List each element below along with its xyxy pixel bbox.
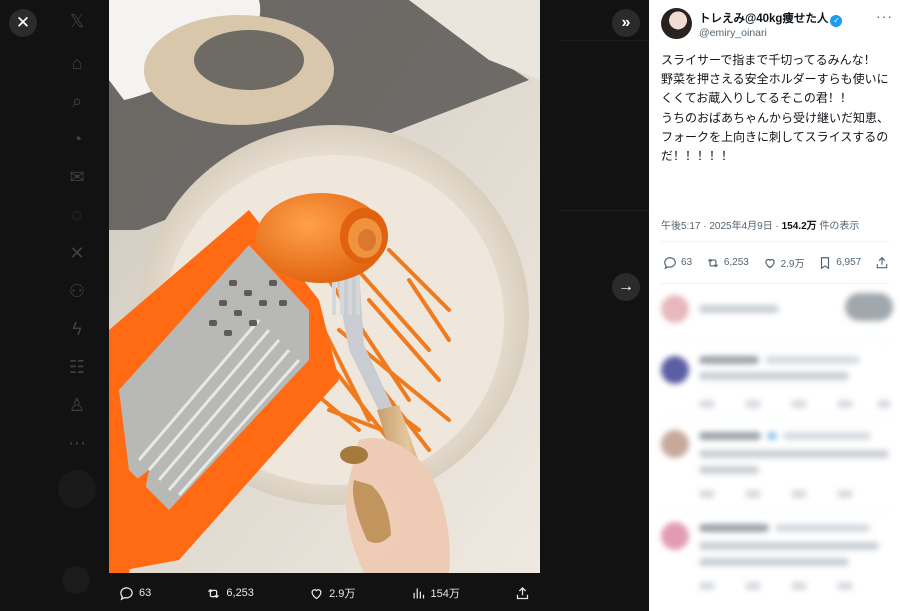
bookmark-icon xyxy=(821,256,830,269)
overlay-share-button[interactable] xyxy=(515,586,530,601)
divider xyxy=(661,241,889,242)
author-handle[interactable]: @emiry_oinari xyxy=(699,27,767,39)
home-icon: ⌂ xyxy=(71,53,83,73)
share-icon xyxy=(516,586,529,599)
people-icon: ☷ xyxy=(68,357,86,377)
tweet-detail-pane: トレえみ@40kg痩せた人 ✓ @emiry_oinari ··· スライサーで指… xyxy=(649,0,900,611)
search-icon: ⌕ xyxy=(71,91,83,111)
author-avatar[interactable] xyxy=(661,8,692,39)
mail-icon: ✉ xyxy=(69,167,85,187)
share-icon xyxy=(876,256,888,268)
retweet-icon xyxy=(707,258,718,267)
reply-item[interactable] xyxy=(661,520,893,600)
views-icon xyxy=(413,588,424,598)
retweet-icon xyxy=(208,588,220,598)
media-viewer-overlay: 𝕏 ⌂ ⌕ ◔ ✉ ◌ ✕ ⚇ ϟ ☷ ♙ ⋯ ✕ » → 63 6,253 2… xyxy=(0,0,649,611)
heart-icon xyxy=(764,258,775,268)
overlay-retweet-count: 6,253 xyxy=(226,587,254,599)
background-avatar xyxy=(62,566,90,594)
divider xyxy=(661,283,889,284)
bookmark-button[interactable]: 6,957 xyxy=(818,256,861,270)
overlay-reply-count: 63 xyxy=(139,587,152,599)
carrot-slicer-photo xyxy=(109,0,540,573)
reply-composer[interactable] xyxy=(661,293,893,327)
reply-icon xyxy=(120,586,133,600)
bookmark-count: 6,957 xyxy=(836,257,862,268)
tweet-meta: 午後5:17 · 2025年4月9日 · 154.2万 件の表示 xyxy=(661,221,860,232)
overlay-like-count: 2.9万 xyxy=(329,588,356,600)
verified-badge-icon: ✓ xyxy=(830,15,843,27)
tweet-text: スライサーで指まで千切ってるみんな！ 野菜を押さえる安全ホルダーすらも使いにくく… xyxy=(661,53,890,164)
tweet-views-label: 件の表示 xyxy=(819,221,860,232)
tweet-views-count: 154.2万 xyxy=(781,221,817,232)
retweet-count: 6,253 xyxy=(723,257,749,268)
x-icon: ✕ xyxy=(69,243,85,263)
reply-count: 63 xyxy=(681,257,693,268)
background-post-button xyxy=(58,470,96,508)
background-timeline xyxy=(560,0,649,611)
close-button[interactable]: ✕ xyxy=(9,9,37,37)
bolt-icon: ϟ xyxy=(72,319,82,339)
overlay-views-count: 154万 xyxy=(430,588,460,600)
like-count: 2.9万 xyxy=(780,259,805,270)
like-button[interactable]: 2.9万 xyxy=(763,255,805,270)
retweet-button[interactable]: 6,253 xyxy=(706,256,749,270)
expand-panel-button[interactable]: » xyxy=(612,9,640,37)
share-button[interactable] xyxy=(875,256,889,270)
bell-icon: ◔ xyxy=(71,129,83,149)
profile-icon: ♙ xyxy=(68,395,86,415)
more-options-icon[interactable]: ··· xyxy=(876,8,893,24)
author-name-text: トレえみ@40kg痩せた人 xyxy=(699,13,829,25)
background-sidebar-nav: 𝕏 ⌂ ⌕ ◔ ✉ ◌ ✕ ⚇ ϟ ☷ ♙ ⋯ xyxy=(60,0,100,611)
reply-icon xyxy=(664,256,676,269)
next-media-button[interactable]: → xyxy=(612,273,640,301)
author-name[interactable]: トレえみ@40kg痩せた人 ✓ xyxy=(699,10,843,27)
heart-icon xyxy=(311,588,322,599)
overlay-views-button[interactable]: 154万 xyxy=(411,585,460,601)
tweet-stats-bar: 63 6,253 2.9万 6,957 xyxy=(663,255,889,270)
overlay-retweet-button[interactable]: 6,253 xyxy=(206,586,254,601)
tweet-date[interactable]: 2025年4月9日 xyxy=(709,221,772,232)
overlay-like-button[interactable]: 2.9万 xyxy=(309,585,355,601)
post-photo[interactable] xyxy=(109,0,540,573)
reply-item[interactable] xyxy=(661,352,893,424)
more-circle-icon: ⋯ xyxy=(68,433,86,453)
grok-icon: ◌ xyxy=(71,205,83,225)
tweet-time[interactable]: 午後5:17 xyxy=(661,221,700,232)
media-action-bar: 63 6,253 2.9万 154万 xyxy=(109,578,540,608)
overlay-reply-button[interactable]: 63 xyxy=(119,586,151,601)
communities-icon: ⚇ xyxy=(68,281,86,301)
reply-button[interactable]: 63 xyxy=(663,256,692,270)
tweet-header: トレえみ@40kg痩せた人 ✓ @emiry_oinari ··· xyxy=(661,8,893,44)
reply-item[interactable] xyxy=(661,428,893,508)
x-logo-icon: 𝕏 xyxy=(69,11,85,31)
